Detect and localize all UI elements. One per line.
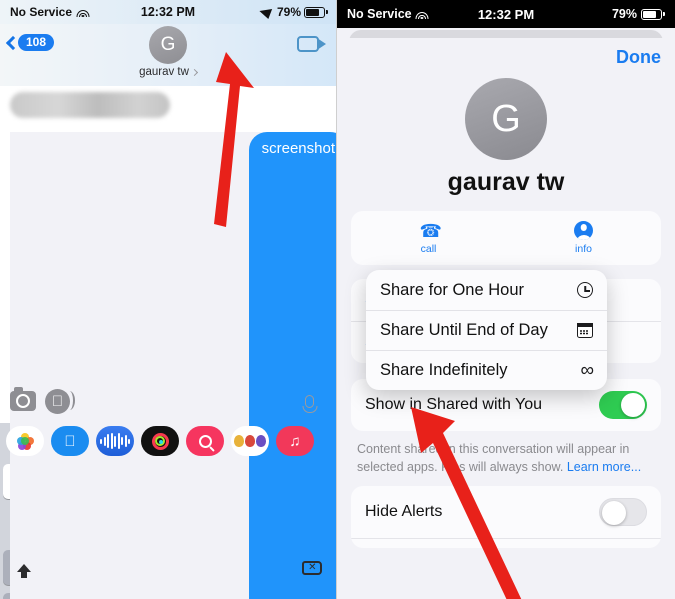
wifi-icon xyxy=(76,7,90,17)
status-right-group: 79% xyxy=(259,4,328,20)
contact-name: gaurav tw xyxy=(447,168,565,196)
clock-icon xyxy=(577,282,593,298)
info-button-label: info xyxy=(575,243,592,255)
photos-app-icon[interactable] xyxy=(6,426,44,456)
left-status-bar: No Service 12:32 PM 79% xyxy=(0,0,336,24)
person-info-icon xyxy=(574,221,593,240)
avatar: G xyxy=(465,78,547,160)
share-indefinitely-item[interactable]: Share Indefinitely ∞ xyxy=(366,350,607,390)
camera-icon[interactable] xyxy=(10,387,36,411)
share-until-end-of-day-label: Share Until End of Day xyxy=(380,321,548,339)
show-in-shared-with-you-label: Show in Shared with You xyxy=(365,396,543,413)
location-arrow-icon xyxy=(259,4,277,20)
share-for-one-hour-label: Share for One Hour xyxy=(380,280,524,299)
right-phone-screen: No Service 12:32 PM 79% Done G gaurav tw xyxy=(337,0,675,599)
music-wave-app-icon[interactable] xyxy=(96,426,134,456)
share-location-context-menu[interactable]: Share for One Hour Share Until End of Da… xyxy=(366,270,607,390)
microphone-icon[interactable] xyxy=(305,394,314,408)
message-row xyxy=(10,92,326,118)
app-store-app-icon[interactable]:  xyxy=(51,426,89,456)
share-for-one-hour-item[interactable]: Share for One Hour xyxy=(366,270,607,310)
share-until-end-of-day-item[interactable]: Share Until End of Day xyxy=(366,310,607,350)
app-store-icon[interactable]:  xyxy=(45,388,75,414)
hide-alerts-row[interactable]: Hide Alerts xyxy=(351,486,661,538)
carrier-label: No Service xyxy=(10,5,73,19)
sheet-top-bar: Done xyxy=(351,38,661,76)
shared-with-you-footnote: Content shared in this conversation will… xyxy=(351,431,661,476)
redacted-message-bubble xyxy=(10,92,170,118)
battery-icon xyxy=(641,8,665,20)
outgoing-bubble-screenshot: screenshot xyxy=(248,132,336,599)
hide-alerts-toggle[interactable] xyxy=(599,498,647,527)
fitness-app-icon[interactable] xyxy=(141,426,179,456)
call-button-label: call xyxy=(420,242,437,255)
message-row: screenshot xyxy=(10,132,336,599)
battery-percent-label: 79% xyxy=(276,5,301,19)
infinity-icon: ∞ xyxy=(580,360,594,381)
info-button[interactable]: info xyxy=(506,221,661,255)
learn-more-link[interactable]: Learn more... xyxy=(567,460,641,474)
hide-alerts-label: Hide Alerts xyxy=(365,503,443,521)
chevron-right-icon xyxy=(190,68,198,76)
contact-header[interactable]: G gaurav tw xyxy=(351,78,661,197)
delete-backspace-icon: ✕ xyxy=(302,560,323,575)
dual-screenshot-container: No Service 12:32 PM 79% 108 G gaurav tw xyxy=(0,0,675,599)
search-app-icon[interactable] xyxy=(186,426,224,456)
calendar-icon xyxy=(577,323,593,338)
share-indefinitely-label: Share Indefinitely xyxy=(380,361,508,379)
avatar: G xyxy=(149,26,187,64)
contact-name: gaurav tw xyxy=(139,66,189,78)
details-sheet-stack: Done G gaurav tw ☎ call info Show in Sha… xyxy=(337,28,675,599)
right-status-bar: No Service 12:32 PM 79% xyxy=(337,0,675,28)
music-app-icon[interactable]: ♫ xyxy=(276,426,314,456)
nav-contact-button[interactable]: G gaurav tw xyxy=(0,26,336,78)
hide-alerts-card: Hide Alerts xyxy=(351,486,661,549)
shift-icon xyxy=(16,563,31,578)
status-carrier-group: No Service xyxy=(10,5,90,19)
memoji-app-icon[interactable] xyxy=(231,426,269,456)
call-button[interactable]: ☎ call xyxy=(351,222,506,255)
phone-icon: ☎ xyxy=(419,220,442,241)
message-thread[interactable]: screenshot Sent on slack han Read 10:00 … xyxy=(0,86,336,599)
show-in-shared-with-you-toggle[interactable] xyxy=(599,391,647,419)
contact-name-row: gaurav tw xyxy=(139,66,198,78)
contact-actions-card: ☎ call info xyxy=(351,211,661,265)
hide-alerts-next-row xyxy=(351,538,661,548)
left-phone-screen: No Service 12:32 PM 79% 108 G gaurav tw xyxy=(0,0,337,599)
battery-icon xyxy=(304,6,328,18)
left-nav-bar: 108 G gaurav tw xyxy=(0,24,336,86)
done-button[interactable]: Done xyxy=(616,47,661,68)
battery-percent-label: 79% xyxy=(611,7,637,21)
status-right-group: 79% xyxy=(612,7,665,21)
